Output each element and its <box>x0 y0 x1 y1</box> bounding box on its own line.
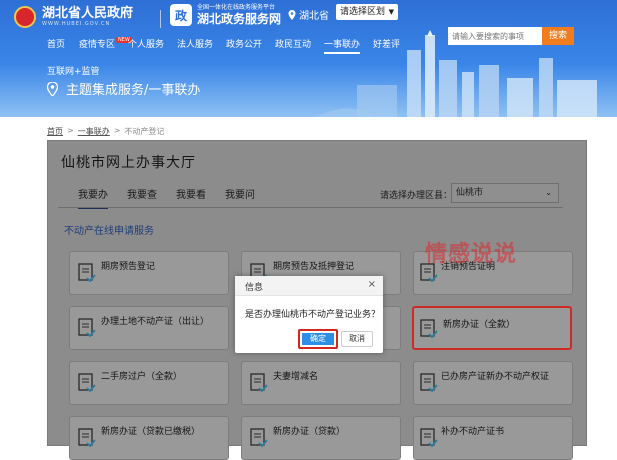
search-input[interactable] <box>448 27 542 45</box>
section-title: 不动产在线申请服务 <box>64 226 154 237</box>
nav-home[interactable]: 首页 <box>47 37 65 50</box>
region-select-value: 请选择区划 <box>340 7 386 17</box>
tab-apply[interactable]: 我要办 <box>78 186 108 209</box>
caret-down-icon: ▼ <box>388 8 394 16</box>
nav-interaction[interactable]: 政民互动 <box>275 37 311 50</box>
service-card[interactable]: 新房办证（贷款） <box>241 416 401 460</box>
confirm-button-label: 确定 <box>302 333 334 345</box>
nav-one-stop[interactable]: 一事联办 <box>324 37 361 54</box>
service-card-highlighted[interactable]: 新房办证（全款） <box>412 306 572 350</box>
service-card-label: 二手房过户（全款） <box>101 372 183 382</box>
cancel-button[interactable]: 取消 <box>341 331 373 347</box>
document-check-icon <box>420 319 438 339</box>
tabs-divider <box>58 207 563 208</box>
document-check-icon <box>420 373 438 393</box>
service-card[interactable]: 办理土地不动产证（出让） <box>69 306 229 350</box>
service-card-label: 新房办证（全款） <box>443 320 516 330</box>
location-text: 湖北省 <box>299 11 329 22</box>
service-card-label: 办理土地不动产证（出让） <box>101 317 210 327</box>
service-card[interactable]: 新房办证（贷款已缴税） <box>69 416 229 460</box>
document-check-icon <box>420 428 438 448</box>
tab-ask[interactable]: 我要问 <box>225 186 255 201</box>
logo-divider <box>160 10 161 28</box>
service-title: 湖北政务服务网 <box>197 12 282 26</box>
service-card-label: 已办房产证新办不动产权证 <box>441 372 550 382</box>
breadcrumb-home[interactable]: 首页 <box>47 126 63 137</box>
service-card-label: 补办不动产证书 <box>441 427 505 437</box>
panel-title: 仙桃市网上办事大厅 <box>61 155 196 171</box>
dialog-message: 是否办理仙桃市不动产登记业务？ <box>245 310 381 320</box>
service-card[interactable]: 期房预告登记 <box>69 251 229 295</box>
document-check-icon <box>78 318 96 338</box>
service-card-label: 新房办证（贷款） <box>273 427 346 437</box>
service-card[interactable]: 已办房产证新办不动产权证 <box>413 361 573 405</box>
location-pin-icon <box>47 81 58 96</box>
nav-epidemic-label: 疫情专区 <box>79 40 116 50</box>
dialog-title: 信息 <box>245 283 264 293</box>
service-card[interactable]: 补办不动产证书 <box>413 416 573 460</box>
nav-corporate[interactable]: 法人服务 <box>177 37 213 50</box>
gov-url: WWW.HUBEI.GOV.CN <box>42 21 111 27</box>
nav-rating[interactable]: 好差评 <box>373 37 400 50</box>
service-card-label: 期房预告登记 <box>101 262 156 272</box>
gov-logo[interactable]: 湖北省人民政府 WWW.HUBEI.GOV.CN <box>14 6 133 28</box>
document-check-icon <box>78 373 96 393</box>
site-header: 湖北省人民政府 WWW.HUBEI.GOV.CN 政 全国一体化在线政务服务平台… <box>0 0 617 117</box>
service-emblem-icon: 政 <box>170 4 192 26</box>
district-select-value: 仙桃市 <box>456 188 484 198</box>
document-check-icon <box>78 428 96 448</box>
service-card-label: 新房办证（贷款已缴税） <box>101 427 201 437</box>
service-card-label: 期房预告及抵押登记 <box>273 262 355 272</box>
page-heading: 主题集成服务/一事联办 <box>47 79 200 98</box>
breadcrumb-separator: > <box>67 126 74 135</box>
page-heading-text: 主题集成服务/一事联办 <box>66 83 201 98</box>
district-label: 请选择办理区县： <box>380 191 453 201</box>
document-check-icon <box>250 373 268 393</box>
location-pin-icon <box>288 9 296 20</box>
tab-view[interactable]: 我要看 <box>176 186 206 201</box>
supervision-link[interactable]: 互联网+监管 <box>47 64 100 77</box>
district-select[interactable]: 仙桃市 ⌄ <box>451 183 559 203</box>
breadcrumb-separator: > <box>113 126 121 135</box>
watermark: 情感说说 <box>425 242 518 267</box>
nav-personal[interactable]: 个人服务 <box>128 37 164 50</box>
close-icon[interactable]: × <box>368 279 376 290</box>
service-card[interactable]: 二手房过户（全款） <box>69 361 229 405</box>
confirm-button[interactable]: 确定 <box>298 329 338 349</box>
document-check-icon <box>78 263 96 283</box>
search-button[interactable]: 搜索 <box>542 27 574 45</box>
breadcrumb-current: 不动产登记 <box>124 127 165 136</box>
region-select[interactable]: 请选择区划 ▼ <box>336 4 398 20</box>
service-tagline: 全国一体化在线政务服务平台 <box>197 4 276 11</box>
breadcrumb-one-stop[interactable]: 一事联办 <box>78 126 110 137</box>
nav-epidemic[interactable]: 疫情专区 NEW <box>79 37 132 50</box>
chevron-down-icon: ⌄ <box>545 188 552 197</box>
nav-public-affairs[interactable]: 政务公开 <box>226 37 262 50</box>
service-card-label: 夫妻增减名 <box>273 372 319 382</box>
breadcrumb: 首页 > 一事联办 > 不动产登记 <box>47 126 164 137</box>
tab-query[interactable]: 我要查 <box>127 186 157 201</box>
document-check-icon <box>250 428 268 448</box>
gov-title: 湖北省人民政府 <box>42 6 134 21</box>
national-emblem-icon <box>14 6 36 28</box>
service-logo[interactable]: 政 全国一体化在线政务服务平台 湖北政务服务网 <box>170 4 281 26</box>
service-card[interactable]: 夫妻增减名 <box>241 361 401 405</box>
location: 湖北省 <box>288 7 329 22</box>
